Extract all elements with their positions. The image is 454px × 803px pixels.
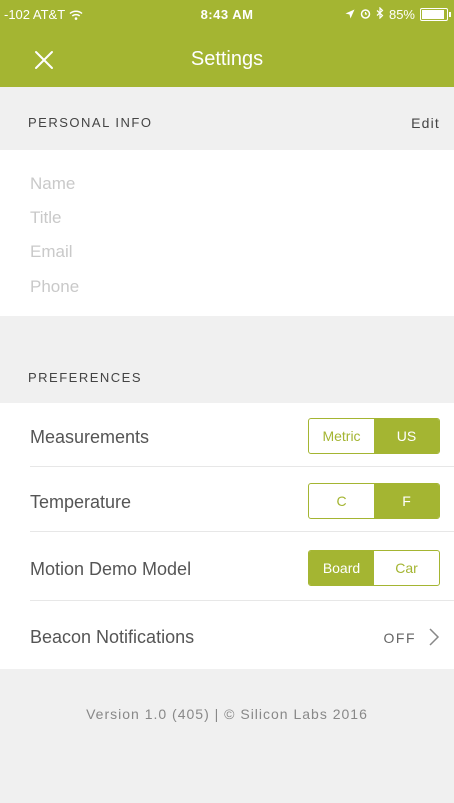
motion-demo-model-label: Motion Demo Model bbox=[30, 559, 192, 579]
top-bar: -102 AT&T 8:43 AM 85% Settings bbox=[0, 0, 454, 87]
email-field: Email bbox=[30, 242, 73, 261]
measurements-label: Measurements bbox=[30, 427, 150, 447]
personal-info-header: PERSONAL INFO Edit bbox=[0, 87, 454, 150]
fahrenheit-option[interactable]: F bbox=[374, 484, 439, 518]
status-bar: -102 AT&T 8:43 AM 85% bbox=[0, 0, 454, 26]
personal-info-block: Name Title Email Phone bbox=[0, 150, 454, 316]
preferences-block: Measurements Metric US Temperature C F M… bbox=[0, 403, 454, 669]
metric-option[interactable]: Metric bbox=[309, 419, 374, 453]
preferences-header: PREFERENCES bbox=[0, 316, 454, 403]
board-option[interactable]: Board bbox=[309, 551, 374, 585]
motion-demo-model-segmented-control: Board Car bbox=[308, 550, 440, 586]
measurements-segmented-control: Metric US bbox=[308, 418, 440, 454]
status-right: 85% bbox=[345, 6, 451, 22]
edit-button[interactable]: Edit bbox=[411, 115, 440, 131]
personal-info-section-label: PERSONAL INFO bbox=[28, 115, 153, 130]
alarm-icon bbox=[360, 7, 371, 22]
beacon-notifications-row[interactable]: Beacon Notifications OFF bbox=[0, 601, 454, 669]
measurements-row: Measurements Metric US bbox=[0, 403, 454, 467]
version-footer: Version 1.0 (405) | © Silicon Labs 2016 bbox=[86, 706, 368, 722]
motion-demo-model-row: Motion Demo Model Board Car bbox=[0, 532, 454, 600]
chevron-right-icon bbox=[426, 627, 442, 647]
nav-bar: Settings bbox=[0, 40, 454, 80]
battery-icon bbox=[420, 8, 451, 21]
celsius-option[interactable]: C bbox=[309, 484, 374, 518]
battery-percent: 85% bbox=[388, 7, 415, 22]
temperature-label: Temperature bbox=[30, 492, 132, 512]
temperature-segmented-control: C F bbox=[308, 483, 440, 519]
phone-field: Phone bbox=[30, 277, 80, 296]
name-field: Name bbox=[30, 174, 76, 193]
bluetooth-icon bbox=[376, 6, 384, 22]
car-option[interactable]: Car bbox=[374, 551, 439, 585]
page-title: Settings bbox=[190, 48, 264, 70]
temperature-row: Temperature C F bbox=[0, 467, 454, 531]
location-arrow-icon bbox=[345, 7, 355, 22]
beacon-notifications-value: OFF bbox=[383, 630, 416, 646]
us-option[interactable]: US bbox=[374, 419, 439, 453]
beacon-notifications-label: Beacon Notifications bbox=[30, 627, 195, 647]
title-field: Title bbox=[30, 208, 62, 227]
preferences-section-label: PREFERENCES bbox=[28, 370, 143, 385]
